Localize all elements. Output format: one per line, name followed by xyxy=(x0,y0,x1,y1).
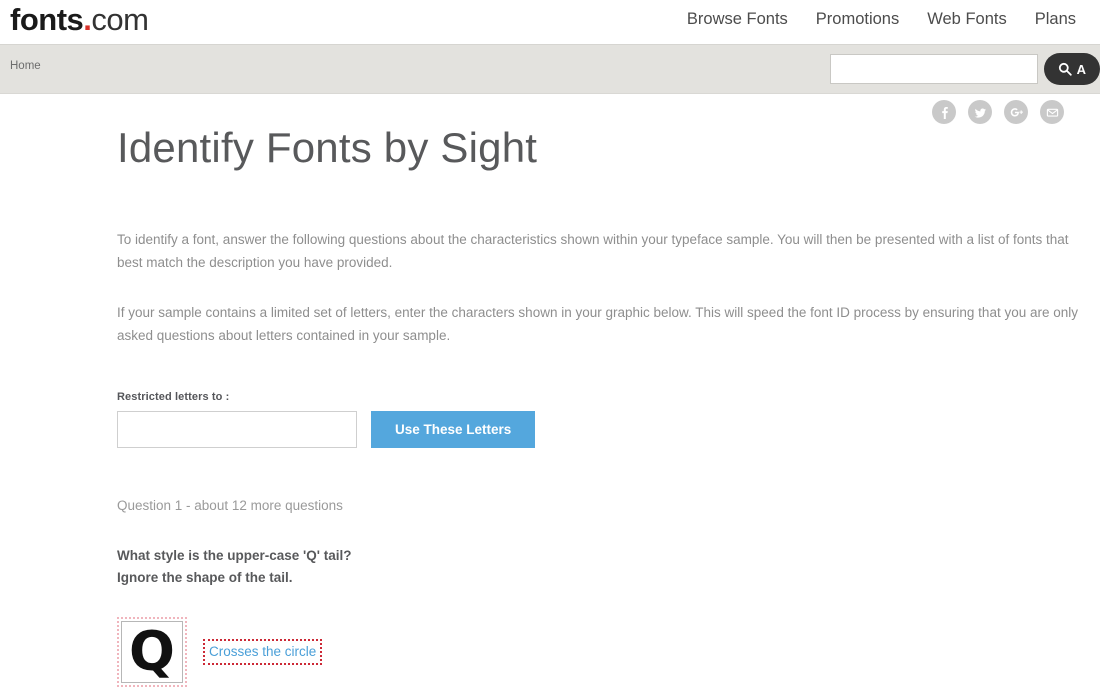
search-icon xyxy=(1058,62,1072,76)
main-content: Identify Fonts by Sight To identify a fo… xyxy=(117,120,1083,687)
search-input[interactable] xyxy=(830,54,1038,84)
question-line-1: What style is the upper-case 'Q' tail? xyxy=(117,545,1083,567)
sample-glyph-box[interactable]: Q xyxy=(121,621,183,683)
question-line-2: Ignore the shape of the tail. xyxy=(117,567,1083,589)
search-button-label: A xyxy=(1077,62,1086,77)
use-these-letters-button[interactable]: Use These Letters xyxy=(371,411,535,448)
restricted-letters-input[interactable] xyxy=(117,411,357,448)
site-logo[interactable]: fonts.com xyxy=(10,0,148,40)
answer-option-row: Q Crosses the circle xyxy=(117,617,1083,687)
intro-paragraph-1: To identify a font, answer the following… xyxy=(117,228,1083,274)
intro-paragraph-2: If your sample contains a limited set of… xyxy=(117,301,1083,347)
sample-glyph-highlight: Q xyxy=(117,617,187,687)
logo-tld: com xyxy=(91,2,148,37)
breadcrumb-search-bar: Home A xyxy=(0,44,1100,94)
question-counter: Question 1 - about 12 more questions xyxy=(117,498,1083,513)
search-area: A xyxy=(830,53,1100,85)
nav-item-browse-fonts[interactable]: Browse Fonts xyxy=(687,2,788,36)
nav-item-promotions[interactable]: Promotions xyxy=(816,2,899,36)
breadcrumb-item-home[interactable]: Home xyxy=(10,60,41,72)
question-text: What style is the upper-case 'Q' tail? I… xyxy=(117,545,1083,589)
page-title: Identify Fonts by Sight xyxy=(117,120,1083,176)
nav-item-plans[interactable]: Plans xyxy=(1035,2,1076,36)
logo-name: fonts xyxy=(10,2,83,37)
restricted-letters-row: Use These Letters xyxy=(117,411,1083,448)
search-button[interactable]: A xyxy=(1044,53,1100,85)
sample-glyph-q: Q xyxy=(129,623,175,681)
main-navigation: Browse Fonts Promotions Web Fonts Plans xyxy=(687,2,1076,36)
nav-item-web-fonts[interactable]: Web Fonts xyxy=(927,2,1006,36)
answer-link-crosses-the-circle[interactable]: Crosses the circle xyxy=(209,644,316,659)
restricted-letters-label: Restricted letters to : xyxy=(117,391,1083,403)
answer-link-highlight: Crosses the circle xyxy=(203,639,322,665)
breadcrumb: Home xyxy=(10,60,41,72)
site-header: fonts.com Browse Fonts Promotions Web Fo… xyxy=(0,0,1100,44)
